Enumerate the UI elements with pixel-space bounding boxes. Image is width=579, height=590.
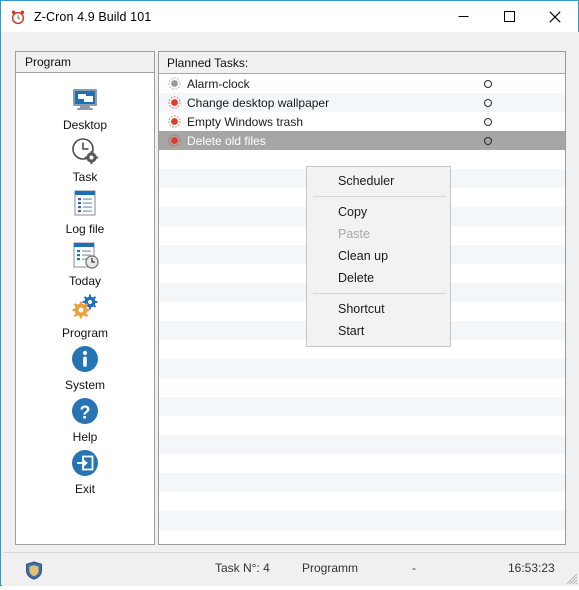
sidebar-label-desktop: Desktop	[62, 118, 108, 132]
sidebar-group-header: Program	[15, 51, 155, 73]
menu-item-shortcut[interactable]: Shortcut	[307, 298, 450, 320]
title-bar: Z-Cron 4.9 Build 101	[1, 1, 578, 32]
status-detail: -	[412, 561, 416, 575]
task-name: Alarm-clock	[187, 76, 250, 91]
menu-item-clean-up[interactable]: Clean up	[307, 245, 450, 267]
task-status-dot-icon	[168, 96, 181, 109]
gears-icon	[69, 291, 101, 323]
table-row-empty	[159, 378, 565, 397]
client-area: Program Desktop Task Log file Today Prog…	[2, 32, 579, 586]
app-window: Z-Cron 4.9 Build 101 Program Desktop Tas…	[0, 0, 579, 586]
window-title: Z-Cron 4.9 Build 101	[34, 9, 152, 24]
table-row-empty	[159, 454, 565, 473]
table-row-empty	[159, 511, 565, 530]
table-row[interactable]: Delete old files	[159, 131, 565, 150]
info-circle-icon	[69, 343, 101, 375]
table-row[interactable]: Change desktop wallpaper	[159, 93, 565, 112]
task-toggle-circle-icon[interactable]	[484, 117, 492, 126]
sidebar-item-help[interactable]: ? Help	[16, 395, 154, 444]
menu-separator	[313, 196, 446, 197]
sidebar-label-system: System	[64, 378, 105, 392]
shield-icon	[25, 561, 43, 580]
task-status-dot-icon	[168, 115, 181, 128]
exit-arrow-icon	[69, 447, 101, 479]
task-toggle-circle-icon[interactable]	[484, 98, 492, 107]
table-row-empty	[159, 359, 565, 378]
table-row-empty	[159, 435, 565, 454]
close-button[interactable]	[532, 1, 578, 32]
table-row-empty	[159, 473, 565, 492]
status-time: 16:53:23	[508, 561, 555, 575]
status-task-count: Task N°: 4	[215, 561, 270, 575]
menu-item-delete[interactable]: Delete	[307, 267, 450, 289]
sidebar-label-task: Task	[72, 170, 98, 184]
task-toggle-circle-icon[interactable]	[484, 136, 492, 145]
task-name: Empty Windows trash	[187, 114, 304, 129]
task-list-header: Planned Tasks:	[159, 52, 565, 74]
sidebar-item-program[interactable]: Program	[16, 291, 154, 340]
sidebar-label-log-file: Log file	[65, 222, 105, 236]
sidebar-label-exit: Exit	[74, 482, 95, 496]
sidebar-item-system[interactable]: System	[16, 343, 154, 392]
menu-separator	[313, 293, 446, 294]
table-row-empty	[159, 492, 565, 511]
menu-item-paste: Paste	[338, 227, 370, 241]
menu-item-start[interactable]: Start	[307, 320, 450, 342]
document-clock-icon	[69, 239, 101, 271]
table-row-empty	[159, 416, 565, 435]
menu-item-scheduler[interactable]: Scheduler	[307, 170, 450, 192]
task-name: Change desktop wallpaper	[187, 95, 330, 110]
sidebar-item-today[interactable]: Today	[16, 239, 154, 288]
context-menu: Scheduler Copy Paste Clean up Delete Shortcut…	[306, 166, 451, 347]
sidebar-label-help: Help	[72, 430, 98, 444]
table-row-empty	[159, 397, 565, 416]
table-row[interactable]: Empty Windows trash	[159, 112, 565, 131]
task-name: Delete old files	[187, 133, 266, 148]
sidebar-item-log-file[interactable]: Log file	[16, 187, 154, 236]
menu-item-copy[interactable]: Copy	[307, 201, 450, 223]
sidebar-panel: Program Desktop Task Log file Today Prog…	[15, 51, 155, 545]
status-mode: Programm	[302, 561, 359, 575]
resize-grip[interactable]	[564, 571, 578, 585]
table-row[interactable]: Alarm-clock	[159, 74, 565, 93]
task-status-dot-icon	[168, 134, 181, 147]
sidebar-item-desktop[interactable]: Desktop	[16, 83, 154, 132]
status-bar: Task N°: 4 Programm - 16:53:23	[3, 552, 579, 586]
window-controls	[440, 1, 578, 32]
sidebar-items: Desktop Task Log file Today Program Syst…	[16, 74, 154, 499]
clock-gear-icon	[69, 135, 101, 167]
document-lines-icon	[69, 187, 101, 219]
minimize-button[interactable]	[440, 1, 486, 32]
svg-text:?: ?	[80, 403, 91, 423]
alarm-clock-icon	[10, 9, 26, 25]
sidebar-label-program: Program	[61, 326, 108, 340]
task-status-dot-icon	[168, 77, 181, 90]
task-toggle-circle-icon[interactable]	[484, 79, 492, 88]
sidebar-label-today: Today	[68, 274, 102, 288]
maximize-button[interactable]	[486, 1, 532, 32]
sidebar-item-exit[interactable]: Exit	[16, 447, 154, 496]
sidebar-item-task[interactable]: Task	[16, 135, 154, 184]
question-circle-icon: ?	[69, 395, 101, 427]
monitor-icon	[69, 83, 101, 115]
